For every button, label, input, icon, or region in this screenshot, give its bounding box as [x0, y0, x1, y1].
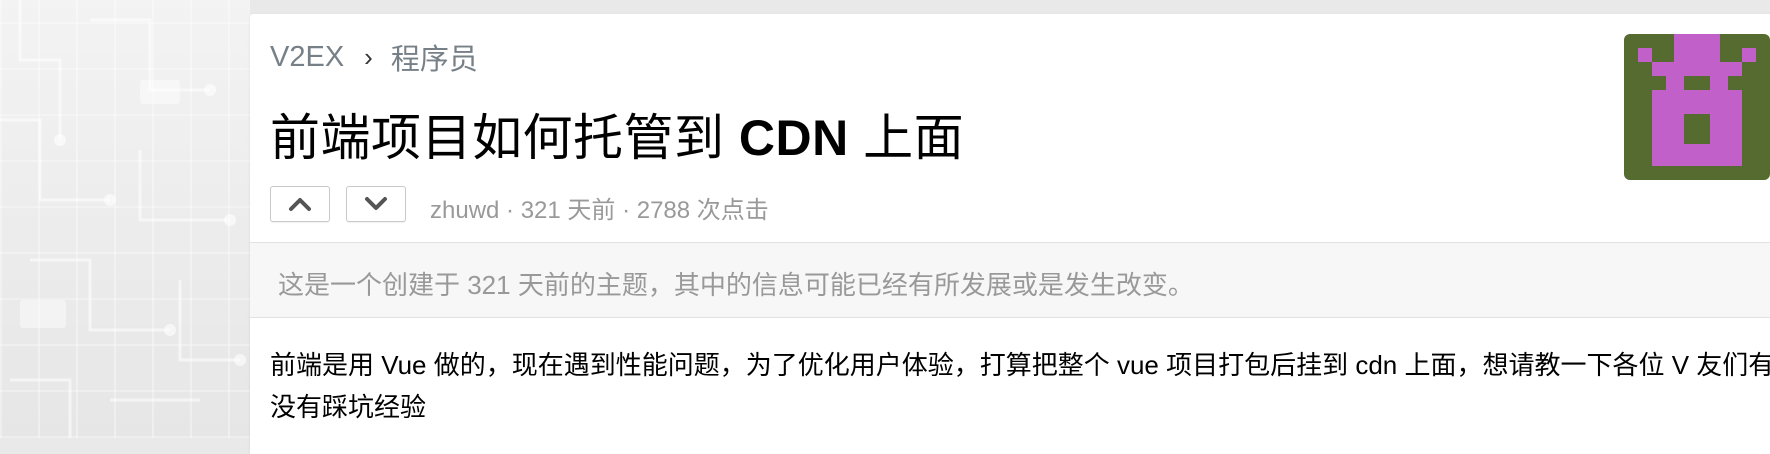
topic-meta: zhuwd · 321 天前 · 2788 次点击 [430, 190, 769, 225]
background-pattern [0, 0, 250, 438]
outdated-notice-text: 这是一个创建于 321 天前的主题，其中的信息可能已经有所发展或是发生改变。 [278, 270, 1194, 300]
upvote-button[interactable] [270, 186, 330, 222]
downvote-button[interactable] [346, 186, 406, 222]
breadcrumb-node-link[interactable]: 程序员 [391, 36, 478, 78]
circuit-pattern [0, 0, 246, 438]
breadcrumb-site-link[interactable]: V2EX [270, 41, 344, 74]
topic-title-part2: 上面 [848, 110, 965, 166]
topic-title-part1: 前端项目如何托管到 [270, 110, 739, 166]
avatar-image [1624, 34, 1770, 180]
outdated-notice: 这是一个创建于 321 天前的主题，其中的信息可能已经有所发展或是发生改变。 [250, 242, 1770, 318]
topic-title: 前端项目如何托管到 CDN 上面 [270, 98, 964, 170]
topic-card: V2EX › 程序员 前端项目如何托管到 CDN 上面 zhuwd · 321 … [250, 14, 1770, 454]
breadcrumb-separator: › [364, 41, 373, 72]
chevron-up-icon [289, 198, 311, 211]
breadcrumb: V2EX › 程序员 [270, 36, 478, 78]
author-avatar[interactable] [1624, 34, 1770, 180]
topic-meta-info: · 321 天前 · 2788 次点击 [499, 197, 769, 224]
chevron-down-icon [365, 197, 387, 210]
topic-title-bold: CDN [738, 110, 849, 166]
author-link[interactable]: zhuwd [430, 197, 499, 224]
topic-content: 前端是用 Vue 做的，现在遇到性能问题，为了优化用户体验，打算把整个 vue … [270, 350, 1770, 422]
